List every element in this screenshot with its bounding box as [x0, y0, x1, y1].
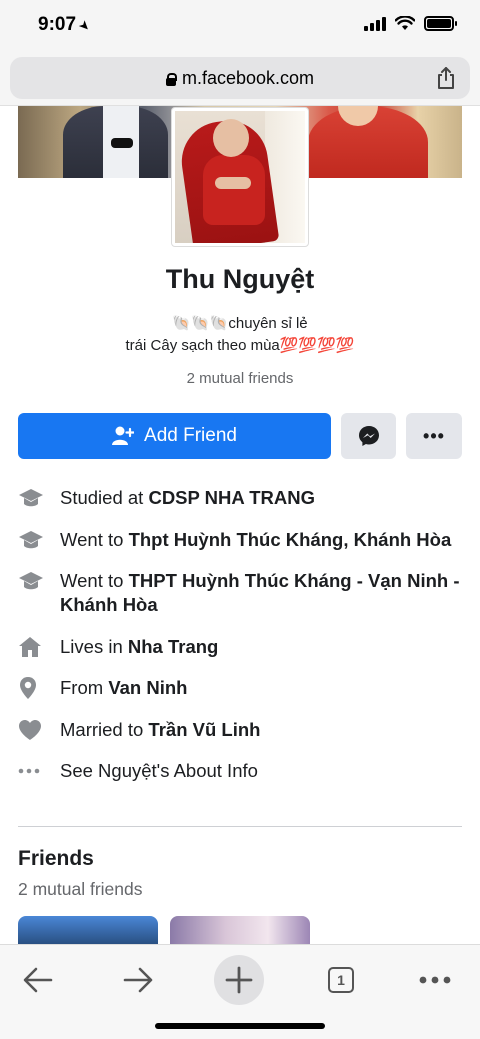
forward-arrow-icon [123, 967, 153, 993]
profile-bio: 🐚🐚🐚chuyên sỉ lẻ trái Cây sạch theo mùa💯💯… [0, 313, 480, 357]
info-text: Went to Thpt Huỳnh Thúc Kháng, Khánh Hòa [60, 528, 452, 550]
address-bar[interactable]: m.facebook.com [10, 57, 470, 99]
add-person-icon [112, 426, 135, 445]
plus-icon [225, 966, 253, 994]
share-icon[interactable] [436, 67, 456, 89]
messenger-button[interactable] [341, 413, 396, 459]
info-text: See Nguyệt's About Info [60, 760, 258, 781]
info-item-highschool-2: Went to THPT Huỳnh Thúc Kháng - Vạn Ninh… [18, 569, 462, 617]
cover-photo-groom [63, 106, 168, 178]
location-arrow-icon: ➤ [75, 16, 94, 35]
add-friend-label: Add Friend [144, 425, 237, 446]
info-text: From Van Ninh [60, 677, 188, 698]
lock-icon [165, 73, 177, 86]
info-text: Went to THPT Huỳnh Thúc Kháng - Vạn Ninh… [60, 570, 460, 615]
browser-menu-button[interactable] [410, 955, 460, 1005]
status-time-text: 9:07 [38, 14, 77, 35]
friend-thumbnail[interactable] [170, 916, 310, 946]
battery-icon [424, 16, 457, 31]
home-icon [19, 636, 41, 657]
mutual-friends-count[interactable]: 2 mutual friends [0, 370, 480, 387]
bio-line-2: trái Cây sạch theo mùa💯💯💯💯 [125, 337, 355, 354]
graduation-cap-icon [19, 530, 43, 548]
info-item-highschool-1: Went to Thpt Huỳnh Thúc Kháng, Khánh Hòa [18, 528, 462, 552]
new-tab-button[interactable] [214, 955, 264, 1005]
status-bar: 9:07➤ [0, 0, 480, 52]
back-button[interactable] [13, 955, 63, 1005]
info-link[interactable]: CDSP NHA TRANG [148, 487, 315, 508]
info-item-lives-in: Lives in Nha Trang [18, 635, 462, 659]
more-dots-icon [18, 768, 40, 774]
profile-actions: Add Friend ••• [18, 413, 462, 459]
info-item-from: From Van Ninh [18, 676, 462, 700]
browser-bottom-bar: 1 [0, 944, 480, 1039]
info-link[interactable]: Thpt Huỳnh Thúc Kháng, Khánh Hòa [129, 529, 452, 550]
intro-section: Studied at CDSP NHA TRANG Went to Thpt H… [18, 486, 462, 801]
url-display[interactable]: m.facebook.com [10, 68, 470, 89]
messenger-icon [358, 426, 379, 446]
more-options-button[interactable]: ••• [406, 413, 462, 459]
friends-section-title[interactable]: Friends [18, 847, 94, 871]
location-pin-icon [20, 677, 36, 699]
graduation-cap-icon [19, 489, 43, 507]
info-item-education: Studied at CDSP NHA TRANG [18, 486, 462, 510]
profile-picture-image [175, 111, 305, 243]
add-friend-button[interactable]: Add Friend [18, 413, 331, 459]
tabs-button[interactable]: 1 [316, 955, 366, 1005]
friend-thumbnail[interactable] [18, 916, 158, 946]
cellular-signal-icon [364, 16, 386, 31]
wifi-icon [395, 16, 415, 30]
info-link[interactable]: Van Ninh [108, 677, 187, 698]
more-dots-icon [419, 976, 451, 984]
graduation-cap-icon [19, 572, 43, 590]
profile-picture[interactable] [172, 108, 308, 246]
section-divider [18, 826, 462, 827]
home-indicator[interactable] [155, 1023, 325, 1029]
info-link[interactable]: Nha Trang [128, 636, 218, 657]
profile-name: Thu Nguyệt [165, 264, 315, 294]
forward-button[interactable] [113, 955, 163, 1005]
browser-toolbar: m.facebook.com [0, 52, 480, 106]
info-link[interactable]: Trần Vũ Linh [148, 719, 260, 740]
back-arrow-icon [23, 967, 53, 993]
see-about-info-link[interactable]: See Nguyệt's About Info [18, 759, 462, 783]
url-text: m.facebook.com [181, 68, 315, 88]
info-text: Married to Trần Vũ Linh [60, 718, 261, 740]
heart-icon [19, 719, 41, 740]
tab-count-badge: 1 [328, 967, 354, 993]
status-time: 9:07➤ [38, 14, 94, 36]
cover-photo-bride [308, 106, 428, 178]
info-text: Studied at CDSP NHA TRANG [60, 487, 315, 508]
friends-section-subtitle: 2 mutual friends [18, 879, 143, 899]
info-text: Lives in Nha Trang [60, 635, 219, 657]
bio-line-1: 🐚🐚🐚chuyên sỉ lẻ [172, 315, 308, 332]
status-icons [364, 16, 457, 31]
info-item-relationship: Married to Trần Vũ Linh [18, 718, 462, 742]
